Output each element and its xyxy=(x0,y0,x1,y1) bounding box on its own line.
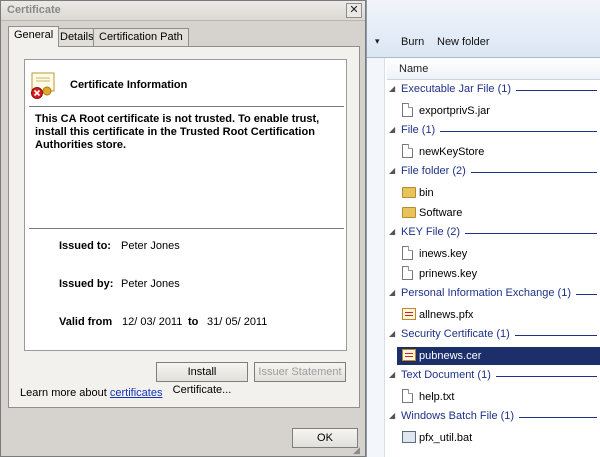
issued-by-value: Peter Jones xyxy=(121,278,180,290)
folder-icon xyxy=(402,187,416,198)
group-header-windows-batch-file[interactable]: ◢ Windows Batch File (1) xyxy=(387,409,600,425)
certificate-info-box: Certificate Information This CA Root cer… xyxy=(24,59,347,351)
learn-more-text: Learn more about certificates xyxy=(20,387,162,399)
file-name: Software xyxy=(419,207,463,219)
file-name: prinews.key xyxy=(419,268,478,280)
list-item[interactable]: pfx_util.bat xyxy=(397,429,600,447)
new-folder-button[interactable]: New folder xyxy=(437,36,490,48)
document-icon xyxy=(402,144,413,158)
folder-icon xyxy=(402,207,416,218)
collapse-caret-icon[interactable]: ◢ xyxy=(389,370,395,379)
file-name: allnews.pfx xyxy=(419,309,474,321)
explorer-toolbar: ▾ Burn New folder xyxy=(367,0,600,58)
issued-by-label: Issued by: xyxy=(59,278,114,290)
navigation-pane xyxy=(367,58,385,457)
collapse-caret-icon[interactable]: ◢ xyxy=(389,227,395,236)
group-header-security-certificate[interactable]: ◢ Security Certificate (1) xyxy=(387,327,600,343)
group-header-key-file[interactable]: ◢ KEY File (2) xyxy=(387,225,600,241)
list-item[interactable]: exportprivS.jar xyxy=(397,102,600,120)
certificate-dialog: Certificate ✕ General Details Certificat… xyxy=(0,0,366,457)
group-header-file-folder[interactable]: ◢ File folder (2) xyxy=(387,164,600,180)
valid-from-label: Valid from xyxy=(59,316,113,328)
resize-grip-icon[interactable]: ◢ xyxy=(353,445,360,456)
explorer-window: ▾ Burn New folder Name ◢ Executable Jar … xyxy=(366,0,600,457)
file-name: pubnews.cer xyxy=(419,350,482,362)
collapse-caret-icon[interactable]: ◢ xyxy=(389,329,395,338)
list-item[interactable]: newKeyStore xyxy=(397,143,600,161)
group-header-text-document[interactable]: ◢ Text Document (1) xyxy=(387,368,600,384)
document-icon xyxy=(402,103,413,117)
pfx-icon xyxy=(402,308,416,320)
collapse-caret-icon[interactable]: ◢ xyxy=(389,411,395,420)
collapse-caret-icon[interactable]: ◢ xyxy=(389,84,395,93)
learn-more-prefix: Learn more about xyxy=(20,387,110,399)
list-item[interactable]: help.txt xyxy=(397,388,600,406)
file-name: help.txt xyxy=(419,391,455,403)
ok-button[interactable]: OK xyxy=(292,428,358,448)
list-item-selected[interactable]: pubnews.cer xyxy=(397,347,600,365)
valid-to-value: 31/ 05/ 2011 xyxy=(207,316,268,328)
divider xyxy=(29,106,344,107)
tab-certification-path[interactable]: Certification Path xyxy=(93,28,189,46)
group-title: File (1) xyxy=(401,124,441,136)
dialog-title: Certificate xyxy=(7,4,61,16)
list-item[interactable]: inews.key xyxy=(397,245,600,263)
burn-button[interactable]: Burn xyxy=(401,36,424,48)
group-header-executable-jar[interactable]: ◢ Executable Jar File (1) xyxy=(387,82,600,98)
collapse-caret-icon[interactable]: ◢ xyxy=(389,125,395,134)
valid-to-label: to xyxy=(188,316,199,328)
batch-file-icon xyxy=(402,431,416,443)
group-title: File folder (2) xyxy=(401,165,471,177)
issuer-statement-button[interactable]: Issuer Statement xyxy=(254,362,346,382)
close-icon[interactable]: ✕ xyxy=(346,3,362,18)
group-title: Personal Information Exchange (1) xyxy=(401,287,576,299)
issued-to-value: Peter Jones xyxy=(121,240,180,252)
trust-warning-text: This CA Root certificate is not trusted.… xyxy=(35,113,320,151)
list-item[interactable]: allnews.pfx xyxy=(397,306,600,324)
list-item[interactable]: bin xyxy=(397,184,600,202)
column-header: Name xyxy=(387,58,600,80)
general-tab-panel: Certificate Information This CA Root cer… xyxy=(8,46,360,408)
file-name: newKeyStore xyxy=(419,146,485,158)
group-title: Windows Batch File (1) xyxy=(401,410,520,422)
file-name: exportprivS.jar xyxy=(419,105,490,117)
install-certificate-button[interactable]: Install Certificate... xyxy=(156,362,248,396)
divider xyxy=(29,228,344,229)
document-icon xyxy=(402,246,413,260)
collapse-caret-icon[interactable]: ◢ xyxy=(389,166,395,175)
group-title: Text Document (1) xyxy=(401,369,496,381)
file-name: bin xyxy=(419,187,434,199)
toolbar-dropdown-arrow-icon[interactable]: ▾ xyxy=(375,36,380,47)
file-name: pfx_util.bat xyxy=(419,432,473,444)
group-header-file[interactable]: ◢ File (1) xyxy=(387,123,600,139)
document-icon xyxy=(402,389,413,403)
tab-general[interactable]: General xyxy=(8,26,60,47)
group-header-personal-information-exchange[interactable]: ◢ Personal Information Exchange (1) xyxy=(387,286,600,302)
untrusted-certificate-icon xyxy=(31,72,55,99)
group-title: KEY File (2) xyxy=(401,226,466,238)
collapse-caret-icon[interactable]: ◢ xyxy=(389,288,395,297)
certificate-icon xyxy=(402,349,416,361)
list-item[interactable]: prinews.key xyxy=(397,265,600,283)
group-title: Security Certificate (1) xyxy=(401,328,515,340)
file-name: inews.key xyxy=(419,248,468,260)
issued-to-label: Issued to: xyxy=(59,240,111,252)
dialog-titlebar[interactable]: Certificate ✕ xyxy=(1,1,365,21)
certificates-link[interactable]: certificates xyxy=(110,387,163,399)
document-icon xyxy=(402,266,413,280)
list-item[interactable]: Software xyxy=(397,204,600,222)
valid-from-value: 12/ 03/ 2011 xyxy=(122,316,183,328)
name-column-header[interactable]: Name xyxy=(399,63,428,75)
certificate-information-heading: Certificate Information xyxy=(70,79,188,91)
group-title: Executable Jar File (1) xyxy=(401,83,517,95)
